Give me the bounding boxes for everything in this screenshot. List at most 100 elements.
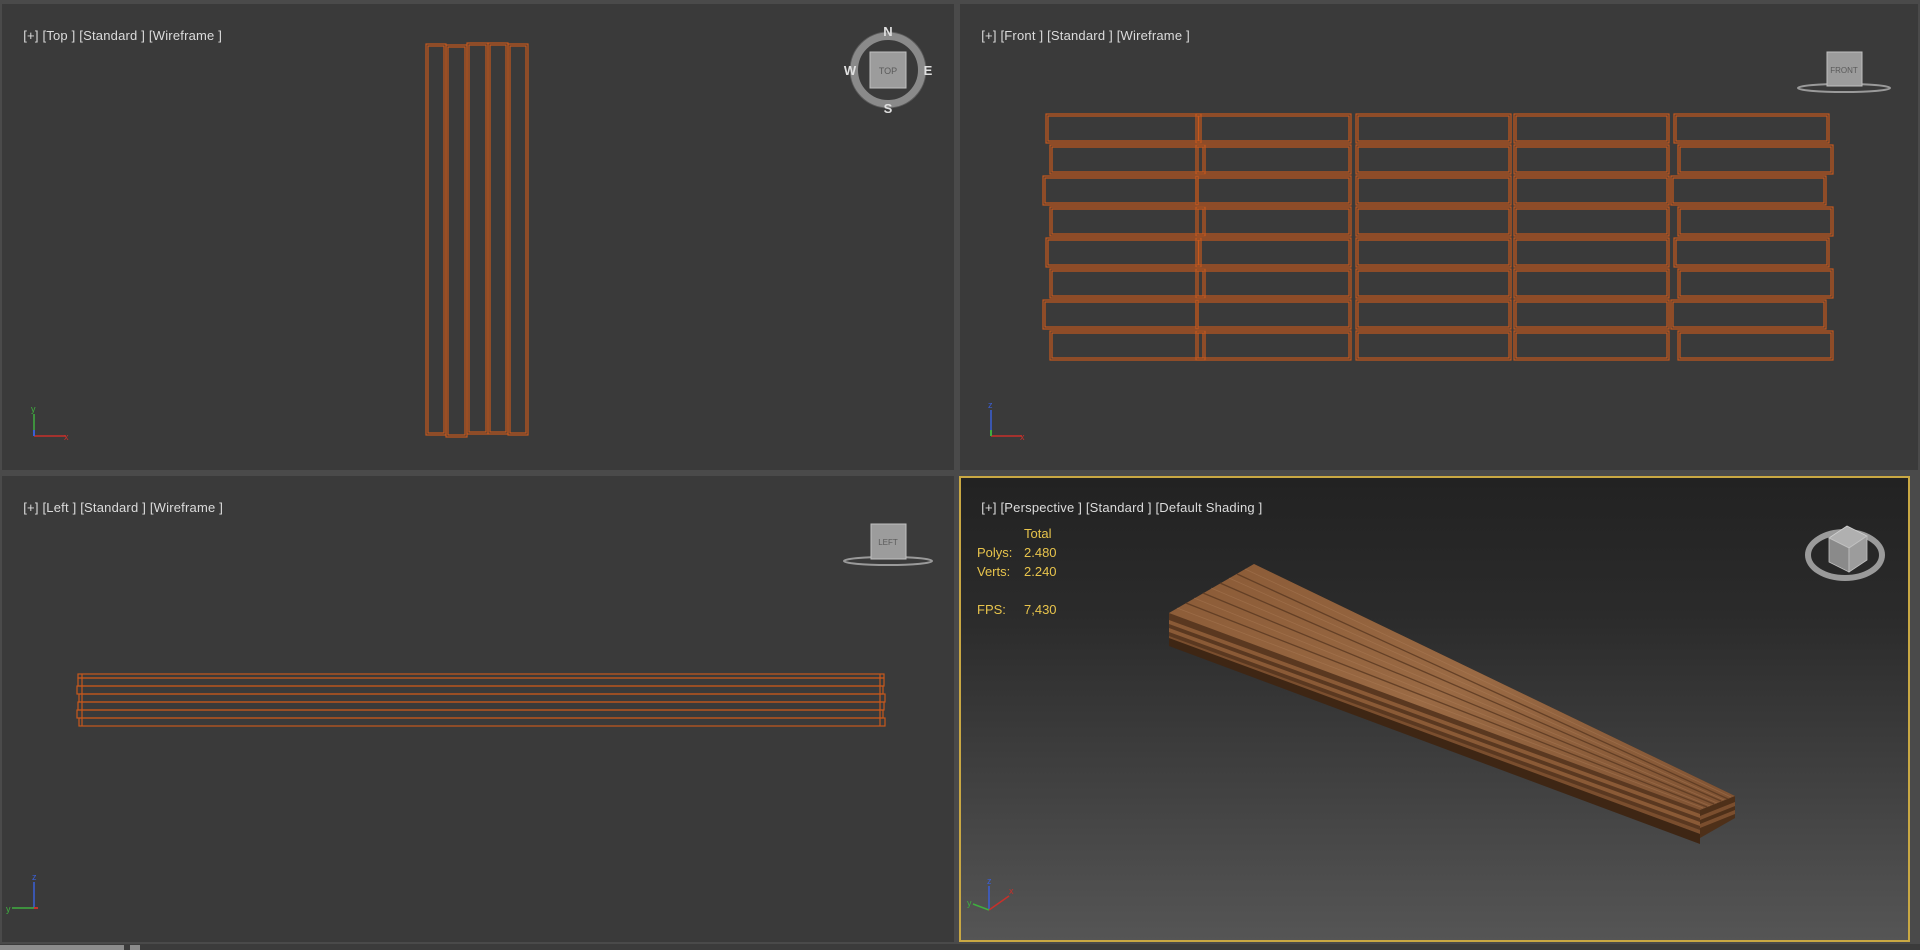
axis-tripod-top: y x	[31, 404, 69, 442]
plank-end-inner	[1672, 177, 1825, 204]
plank-end-inner	[1197, 239, 1350, 266]
wireframe-planks-top	[425, 42, 529, 438]
viewport-perspective[interactable]: [+] [Perspective ] [Standard ] [Default …	[959, 476, 1910, 942]
plank-end-inner	[1515, 332, 1668, 359]
wood-planks-stack[interactable]	[1169, 564, 1735, 844]
plank-end-outline	[1513, 299, 1670, 330]
plank-end-inner	[1357, 177, 1510, 204]
plank-end-inner	[1051, 332, 1204, 359]
plank-end-outline	[1195, 175, 1352, 206]
wireframe-planks-left	[76, 673, 886, 727]
plank-end-outline	[1673, 113, 1830, 144]
plank-end-inner	[1197, 177, 1350, 204]
plank-end-inner	[1047, 239, 1200, 266]
plank-end-outline	[1195, 237, 1352, 268]
plank-end-inner	[1051, 208, 1204, 235]
compass-north-label: N	[883, 24, 892, 39]
plank-end-outline	[1513, 175, 1670, 206]
axis-label-y: y	[967, 898, 972, 908]
axis-tripod-perspective: z x y	[967, 876, 1014, 911]
plank-end-inner	[1672, 301, 1825, 328]
plank-end-outline	[1049, 330, 1206, 361]
plank-end-outline	[1195, 206, 1352, 237]
plank-end-inner	[1515, 146, 1668, 173]
plank-end-outline	[1355, 206, 1512, 237]
axis-label-x: x	[64, 432, 69, 442]
plank-end-inner	[1197, 301, 1350, 328]
plank-end-outline	[1673, 237, 1830, 268]
front-view-canvas: FRONT z x	[988, 51, 1891, 442]
axis-tripod-left: z y	[6, 872, 38, 914]
top-view-canvas: TOP N S E W y x	[31, 24, 933, 442]
plank-end-inner	[1051, 146, 1204, 173]
plank-end-outline	[1045, 237, 1202, 268]
plank-end-outline	[1513, 113, 1670, 144]
plank-end-inner	[1357, 146, 1510, 173]
axis-label-y: y	[6, 904, 11, 914]
plank-end-inner	[1675, 115, 1828, 142]
plank-end-outline	[1045, 113, 1202, 144]
viewcube-front[interactable]: FRONT	[1797, 51, 1891, 93]
plank-end-outline	[1513, 268, 1670, 299]
plank-end-outline	[1677, 206, 1834, 237]
viewcube-compass[interactable]: TOP N S E W	[844, 24, 933, 116]
plank-end-inner	[1357, 239, 1510, 266]
axis-label-z: z	[988, 400, 993, 410]
left-view-canvas: LEFT z y	[6, 523, 933, 914]
plank-end-outline	[1677, 268, 1834, 299]
axis-tripod-front: z x	[988, 400, 1025, 442]
compass-east-label: E	[924, 63, 933, 78]
plank-end-outline	[1195, 330, 1352, 361]
plank-end-inner	[1515, 270, 1668, 297]
plank-end-outline	[1049, 206, 1206, 237]
plank-end-outline	[1677, 330, 1834, 361]
plank-end-outline	[1355, 113, 1512, 144]
plank-end-inner	[1197, 115, 1350, 142]
plank-end-outline	[1670, 175, 1827, 206]
viewcube-top-label: TOP	[879, 66, 897, 76]
plank-end-outline	[1355, 237, 1512, 268]
timeline-next-button[interactable]	[130, 945, 140, 950]
plank-end-outline	[1195, 268, 1352, 299]
plank-end-outline	[1355, 175, 1512, 206]
plank-end-outline	[1042, 299, 1199, 330]
plank-end-inner	[1197, 146, 1350, 173]
wireframe-planks-front	[1042, 113, 1834, 361]
compass-south-label: S	[884, 101, 893, 116]
plank-end-outline	[1670, 299, 1827, 330]
viewport-front[interactable]: [+] [Front ] [Standard ] [Wireframe ] FR…	[960, 4, 1918, 470]
plank-end-inner	[1675, 239, 1828, 266]
timeline-bar[interactable]	[0, 944, 1920, 950]
viewcube-left-label: LEFT	[878, 538, 898, 547]
viewcube-front-label: FRONT	[1830, 66, 1858, 75]
plank-end-inner	[1197, 208, 1350, 235]
plank-end-inner	[1044, 301, 1197, 328]
plank-end-outline	[1042, 175, 1199, 206]
timeline-slider[interactable]	[0, 945, 124, 950]
plank-end-outline	[1049, 268, 1206, 299]
plank-end-outline	[1513, 330, 1670, 361]
viewport-left[interactable]: [+] [Left ] [Standard ] [Wireframe ] LEF…	[2, 476, 954, 942]
plank-end-inner	[1679, 332, 1832, 359]
plank-end-outline	[1049, 144, 1206, 175]
viewcube-perspective[interactable]	[1805, 525, 1885, 581]
axis-label-x: x	[1020, 432, 1025, 442]
viewcube-left[interactable]: LEFT	[843, 523, 933, 566]
plank-end-inner	[1357, 115, 1510, 142]
viewport-top[interactable]: [+] [Top ] [Standard ] [Wireframe ] TOP …	[2, 4, 954, 470]
plank-end-inner	[1515, 239, 1668, 266]
plank-end-inner	[1047, 115, 1200, 142]
plank-end-inner	[1515, 115, 1668, 142]
plank-end-outline	[1195, 299, 1352, 330]
axis-label-z: z	[987, 876, 992, 886]
plank-end-inner	[1357, 301, 1510, 328]
perspective-canvas: z x y	[967, 525, 1885, 911]
plank-end-inner	[1679, 208, 1832, 235]
plank-end-inner	[1357, 270, 1510, 297]
plank-end-inner	[1679, 270, 1832, 297]
plank-end-outline	[1195, 113, 1352, 144]
plank-end-outline	[1195, 144, 1352, 175]
plank-end-inner	[1357, 332, 1510, 359]
plank-end-outline	[1677, 144, 1834, 175]
plank-end-outline	[1513, 144, 1670, 175]
